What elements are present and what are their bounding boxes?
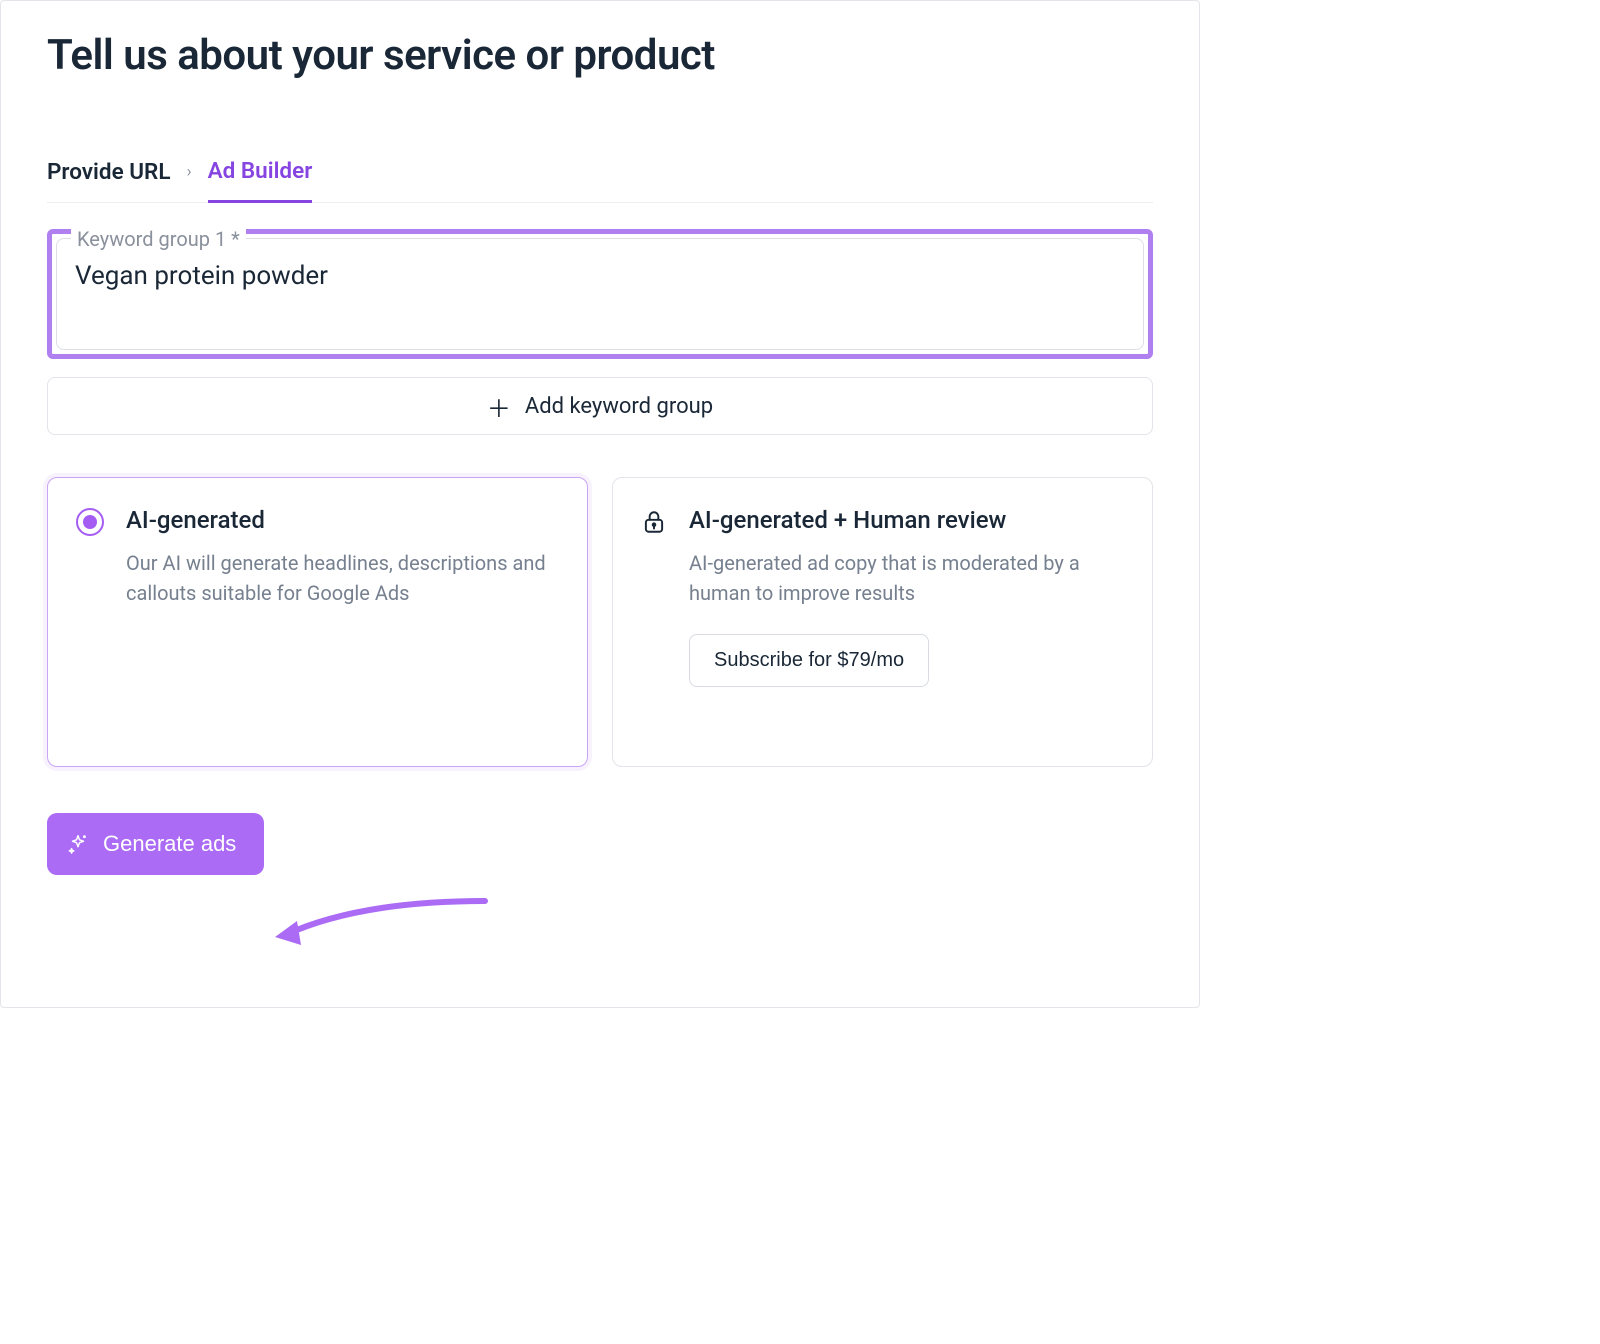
add-keyword-group-button[interactable]: ＋ Add keyword group <box>47 377 1153 435</box>
add-keyword-label: Add keyword group <box>525 394 713 419</box>
option-ai-generated[interactable]: AI-generated Our AI will generate headli… <box>47 477 588 767</box>
plus-icon: ＋ <box>487 389 511 424</box>
chevron-right-icon: › <box>187 162 192 198</box>
keyword-group-field[interactable]: Keyword group 1 * Vegan protein powder <box>56 238 1144 350</box>
page-title: Tell us about your service or product <box>47 31 1153 80</box>
keyword-group-highlight: Keyword group 1 * Vegan protein powder <box>47 229 1153 359</box>
sparkle-icon <box>67 833 89 855</box>
generate-ads-button[interactable]: Generate ads <box>47 813 264 875</box>
callout-arrow-icon <box>265 895 495 955</box>
keyword-group-label: Keyword group 1 * <box>71 227 246 251</box>
breadcrumb: Provide URL › Ad Builder <box>47 158 1153 203</box>
keyword-group-value[interactable]: Vegan protein powder <box>75 261 1125 291</box>
generation-options: AI-generated Our AI will generate headli… <box>47 477 1153 767</box>
option-ai-desc: Our AI will generate headlines, descript… <box>126 548 559 608</box>
subscribe-button[interactable]: Subscribe for $79/mo <box>689 634 929 687</box>
option-human-desc: AI-generated ad copy that is moderated b… <box>689 548 1124 608</box>
generate-ads-label: Generate ads <box>103 831 236 857</box>
radio-selected-icon <box>76 508 104 536</box>
option-ai-human-review[interactable]: AI-generated + Human review AI-generated… <box>612 477 1153 767</box>
breadcrumb-step-ad-builder[interactable]: Ad Builder <box>208 158 313 203</box>
breadcrumb-step-provide-url[interactable]: Provide URL <box>47 159 171 201</box>
option-ai-title: AI-generated <box>126 506 559 534</box>
option-human-title: AI-generated + Human review <box>689 506 1124 534</box>
lock-icon <box>641 506 667 736</box>
